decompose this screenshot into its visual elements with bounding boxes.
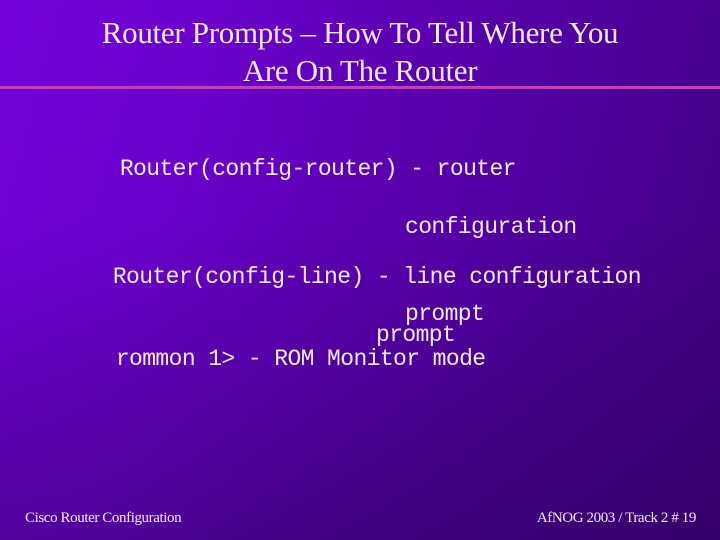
prompt-text: rommon 1> - ROM Monitor mode xyxy=(115,346,486,372)
footer-course-title: Cisco Router Configuration xyxy=(25,510,182,526)
prompt-text: Router(config-line) - line configuration xyxy=(112,264,642,290)
slide-title-line-1: Router Prompts – How To Tell Where You xyxy=(101,15,619,50)
slide-title-line-2: Are On The Router xyxy=(242,53,478,88)
prompt-text: Router(config-router) - router xyxy=(119,156,517,182)
slide: Router Prompts – How To Tell Where You A… xyxy=(0,0,720,540)
bullet-rommon: rommon 1> - ROM Monitor mode xyxy=(63,316,486,403)
title-divider xyxy=(0,86,720,89)
slide-title: Router Prompts – How To Tell Where You A… xyxy=(0,14,720,90)
footer-slide-number: AfNOG 2003 / Track 2 # 19 xyxy=(536,510,697,526)
